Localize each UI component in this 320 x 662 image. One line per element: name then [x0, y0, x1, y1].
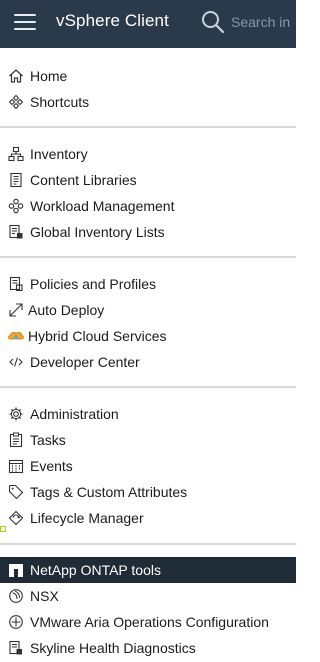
nav-item-inventory[interactable]: Inventory [0, 141, 296, 167]
administration-icon [9, 407, 23, 421]
nav-item-label: NetApp ONTAP tools [30, 562, 161, 578]
section-divider [0, 386, 296, 388]
shortcuts-icon [8, 94, 24, 110]
inventory-icon [8, 146, 24, 162]
lifecycle-manager-icon [8, 510, 24, 526]
nav-item-label: Inventory [30, 146, 88, 162]
nav-item-netapp-ontap-tools[interactable]: NetApp ONTAP tools [0, 557, 296, 583]
nav-item-tasks[interactable]: Tasks [0, 427, 296, 453]
nav-item-label: Tasks [30, 432, 66, 448]
section-divider [0, 126, 296, 128]
nav-item-label: NSX [30, 588, 59, 604]
section-divider [0, 543, 296, 545]
nav-item-auto-deploy[interactable]: Auto Deploy [0, 297, 296, 323]
nav-item-label: Skyline Health Diagnostics [30, 640, 196, 656]
content-libraries-icon [10, 172, 22, 188]
nav-item-global-inventory-lists[interactable]: Global Inventory Lists [0, 219, 296, 245]
netapp-icon [9, 564, 23, 577]
nav-item-label: Administration [30, 406, 119, 422]
nav-item-home[interactable]: Home [0, 63, 296, 89]
top-bar: vSphere Client Search in [0, 0, 296, 48]
nav-item-label: Tags & Custom Attributes [30, 484, 188, 500]
nav-item-aria-operations-configuration[interactable]: VMware Aria Operations Configuration [0, 609, 296, 635]
events-icon [8, 459, 24, 474]
global-inventory-icon [9, 224, 23, 239]
auto-deploy-icon [9, 303, 23, 317]
nav-item-developer-center[interactable]: Developer Center [0, 349, 296, 375]
nav-item-label: Shortcuts [30, 94, 90, 110]
search-input[interactable]: Search in [231, 14, 290, 30]
app-title: vSphere Client [56, 11, 169, 30]
nav-item-label: Lifecycle Manager [30, 510, 144, 526]
nav-item-administration[interactable]: Administration [0, 401, 296, 427]
nav-item-label: Events [30, 458, 73, 474]
nav-item-tags-custom-attributes[interactable]: Tags & Custom Attributes [0, 479, 296, 505]
nav-item-workload-management[interactable]: Workload Management [0, 193, 296, 219]
policies-icon [9, 276, 23, 292]
aria-operations-icon [9, 615, 23, 629]
nav-item-label: Auto Deploy [28, 302, 105, 318]
home-icon [9, 69, 23, 83]
nav-item-label: Developer Center [30, 354, 140, 370]
skyline-health-icon [9, 640, 22, 655]
nav-item-policies-and-profiles[interactable]: Policies and Profiles [0, 271, 296, 297]
selection-marker [0, 526, 6, 532]
search-icon[interactable] [200, 9, 226, 35]
nav-item-hybrid-cloud-services[interactable]: Hybrid Cloud Services [0, 323, 296, 349]
tasks-icon [9, 432, 23, 448]
nav-item-lifecycle-manager[interactable]: Lifecycle Manager [0, 505, 296, 531]
hybrid-cloud-icon [8, 331, 24, 340]
section-divider [0, 256, 296, 258]
nav-item-label: Content Libraries [30, 172, 137, 188]
developer-center-icon [9, 357, 23, 367]
nav-item-label: VMware Aria Operations Configuration [30, 614, 269, 630]
nsx-icon [9, 589, 23, 603]
nav-item-label: Home [30, 68, 68, 84]
tag-icon [8, 484, 24, 500]
nav-item-label: Hybrid Cloud Services [28, 328, 167, 344]
nav-item-events[interactable]: Events [0, 453, 296, 479]
nav-item-shortcuts[interactable]: Shortcuts [0, 89, 296, 115]
workload-management-icon [8, 198, 24, 214]
nav-item-label: Global Inventory Lists [30, 224, 165, 240]
hamburger-menu-icon[interactable] [14, 12, 38, 32]
nav-item-content-libraries[interactable]: Content Libraries [0, 167, 296, 193]
nav-item-skyline-health-diagnostics[interactable]: Skyline Health Diagnostics [0, 635, 296, 661]
nav-item-nsx[interactable]: NSX [0, 583, 296, 609]
nav-item-label: Workload Management [30, 198, 175, 214]
nav-item-label: Policies and Profiles [30, 276, 157, 292]
